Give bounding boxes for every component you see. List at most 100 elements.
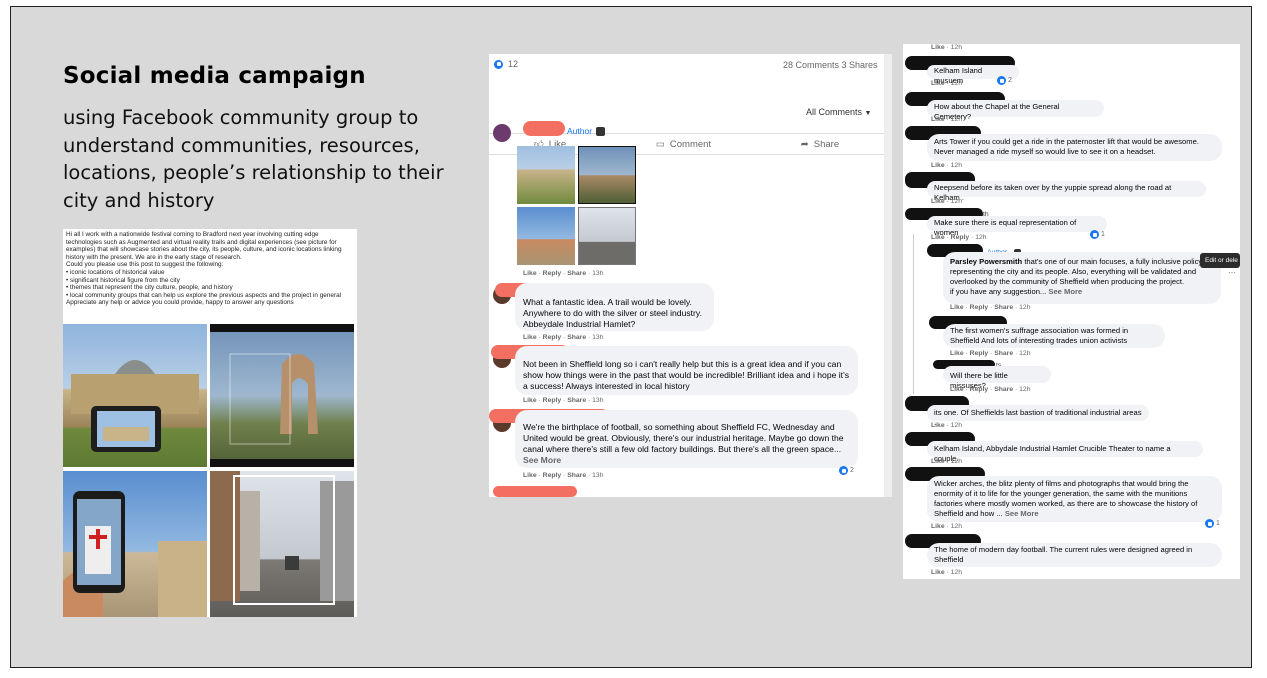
photo-reichstag-ar[interactable] xyxy=(63,324,207,467)
share-link[interactable]: Share xyxy=(994,386,1013,393)
reply-author[interactable]: Parsley Powersmith xyxy=(950,257,1022,266)
author-badge-icon xyxy=(596,127,605,136)
share-label: Share xyxy=(813,138,840,150)
like-link[interactable]: Like xyxy=(931,234,945,241)
thumbnail-street[interactable] xyxy=(578,207,636,265)
comment-time: 12h xyxy=(950,162,962,169)
comment-bubble: Arts Tower if you could get a ride in th… xyxy=(927,134,1222,161)
comment-bubble: We're the birthplace of football, so som… xyxy=(515,410,858,468)
post-line: • significant historical figure from the… xyxy=(66,276,180,284)
photo-ruins-ar[interactable] xyxy=(210,324,354,467)
comment-time: 12h xyxy=(950,198,962,205)
like-link[interactable]: Like xyxy=(523,270,537,277)
like-link[interactable]: Like xyxy=(931,422,945,429)
all-comments-dropdown[interactable]: All Comments ▼ xyxy=(806,107,871,117)
author-badge: Author xyxy=(567,126,593,136)
comment-time: 13h xyxy=(592,334,604,341)
comment-actions: Like · 12h xyxy=(931,422,962,429)
comment-actions: Like · 12h xyxy=(931,198,962,205)
post-line: technologies such as Augmented and virtu… xyxy=(66,238,337,246)
reply-link[interactable]: Reply xyxy=(970,304,989,311)
post-line: history with the present. We are in the … xyxy=(66,253,242,261)
reaction-count: 2 xyxy=(1008,77,1012,84)
edit-delete-tooltip: Edit or dele xyxy=(1200,253,1240,268)
comment-actions: Like · Reply · Share · 13h xyxy=(523,472,604,479)
reply-link[interactable]: Reply xyxy=(970,386,989,393)
reply-text: The first women's suffrage association w… xyxy=(950,326,1129,345)
reaction-summary[interactable]: 12 xyxy=(494,59,518,69)
comment-image-grid xyxy=(517,146,637,266)
comment-text: Neepsend before its taken over by the yu… xyxy=(934,183,1172,202)
like-link[interactable]: Like xyxy=(950,350,964,357)
thumbnail-knight[interactable] xyxy=(517,207,575,265)
slide-title: Social media campaign xyxy=(63,63,366,89)
comment-reactions[interactable]: 2 xyxy=(997,76,1012,85)
author-avatar[interactable] xyxy=(493,124,511,142)
like-link[interactable]: Like xyxy=(523,472,537,479)
like-link[interactable]: Like xyxy=(950,386,964,393)
reply-link[interactable]: Reply xyxy=(543,270,562,277)
photo-street-ar[interactable] xyxy=(210,471,354,617)
comment-reactions[interactable]: 2 xyxy=(839,466,854,475)
comment-bubble: What a fantastic idea. A trail would be … xyxy=(515,283,714,331)
comment-reactions[interactable]: 1 xyxy=(1205,519,1220,528)
comment-text: The home of modern day football. The cur… xyxy=(934,545,1193,564)
comment-bubble: Make sure there is equal representation … xyxy=(927,216,1107,237)
share-link[interactable]: Share xyxy=(994,304,1013,311)
comment-actions: Like · 12h xyxy=(931,116,962,123)
comment-actions: Like · Reply · Share · 13h xyxy=(523,397,604,404)
reply-link[interactable]: Reply xyxy=(951,234,970,241)
see-more-link[interactable]: See More xyxy=(1048,287,1082,296)
comments-shares-count[interactable]: 28 Comments 3 Shares xyxy=(783,60,878,70)
reply-link[interactable]: Reply xyxy=(543,334,562,341)
share-link[interactable]: Share xyxy=(567,334,586,341)
like-reaction-icon xyxy=(839,466,848,475)
like-link[interactable]: Like xyxy=(931,162,945,169)
comment-time: 12h xyxy=(950,116,962,123)
reply-time: 12h xyxy=(1019,304,1031,311)
comment-text: What a fantastic idea. A trail would be … xyxy=(523,297,702,329)
like-link[interactable]: Like xyxy=(931,523,945,530)
share-link[interactable]: Share xyxy=(567,397,586,404)
chevron-down-icon: ▼ xyxy=(864,110,872,117)
like-link[interactable]: Like xyxy=(931,44,945,51)
comment-button[interactable]: ▭ Comment xyxy=(656,139,711,150)
share-icon: ➦ xyxy=(800,138,809,150)
like-link[interactable]: Like xyxy=(523,334,537,341)
like-link[interactable]: Like xyxy=(931,458,945,465)
like-link[interactable]: Like xyxy=(931,80,945,87)
street-illustration xyxy=(210,471,354,605)
photo-knight-ar[interactable] xyxy=(63,471,207,617)
share-link[interactable]: Share xyxy=(994,350,1013,357)
comment-text: Not been in Sheffield long so i can't re… xyxy=(523,359,850,391)
comment-reactions[interactable]: 1 xyxy=(1090,230,1105,239)
thumbnail-reichstag[interactable] xyxy=(517,146,575,204)
comment-actions: Like · 12h xyxy=(931,80,962,87)
reaction-count: 2 xyxy=(850,467,854,474)
comment-time: 13h xyxy=(592,397,604,404)
share-link[interactable]: Share xyxy=(567,270,586,277)
like-link[interactable]: Like xyxy=(523,397,537,404)
reply-actions: Like · Reply · Share · 12h xyxy=(950,350,1031,357)
comment-time: 12h xyxy=(950,80,962,87)
reply-link[interactable]: Reply xyxy=(543,472,562,479)
comment-text: We're the birthplace of football, so som… xyxy=(523,422,844,454)
thumbnail-ruins[interactable] xyxy=(578,146,636,204)
like-link[interactable]: Like xyxy=(931,198,945,205)
redacted-commenter-name xyxy=(493,486,577,497)
see-more-link[interactable]: See More xyxy=(1005,509,1039,518)
more-options-icon[interactable]: ··· xyxy=(1228,268,1236,277)
post-line: examples) that will showcase stories abo… xyxy=(66,246,342,254)
reply-link[interactable]: Reply xyxy=(543,397,562,404)
comment-text: Wicker arches, the blitz plenty of films… xyxy=(934,479,1198,518)
see-more-link[interactable]: See More xyxy=(523,455,561,465)
like-link[interactable]: Like xyxy=(931,116,945,123)
comment-bubble: Not been in Sheffield long so i can't re… xyxy=(515,346,858,395)
share-button[interactable]: ➦ Share xyxy=(801,139,839,150)
like-link[interactable]: Like xyxy=(950,304,964,311)
reply-link[interactable]: Reply xyxy=(970,350,989,357)
comment-time: 13h xyxy=(592,270,604,277)
share-link[interactable]: Share xyxy=(567,472,586,479)
post-line: • iconic locations of historical value xyxy=(66,268,165,276)
like-link[interactable]: Like xyxy=(931,569,945,576)
